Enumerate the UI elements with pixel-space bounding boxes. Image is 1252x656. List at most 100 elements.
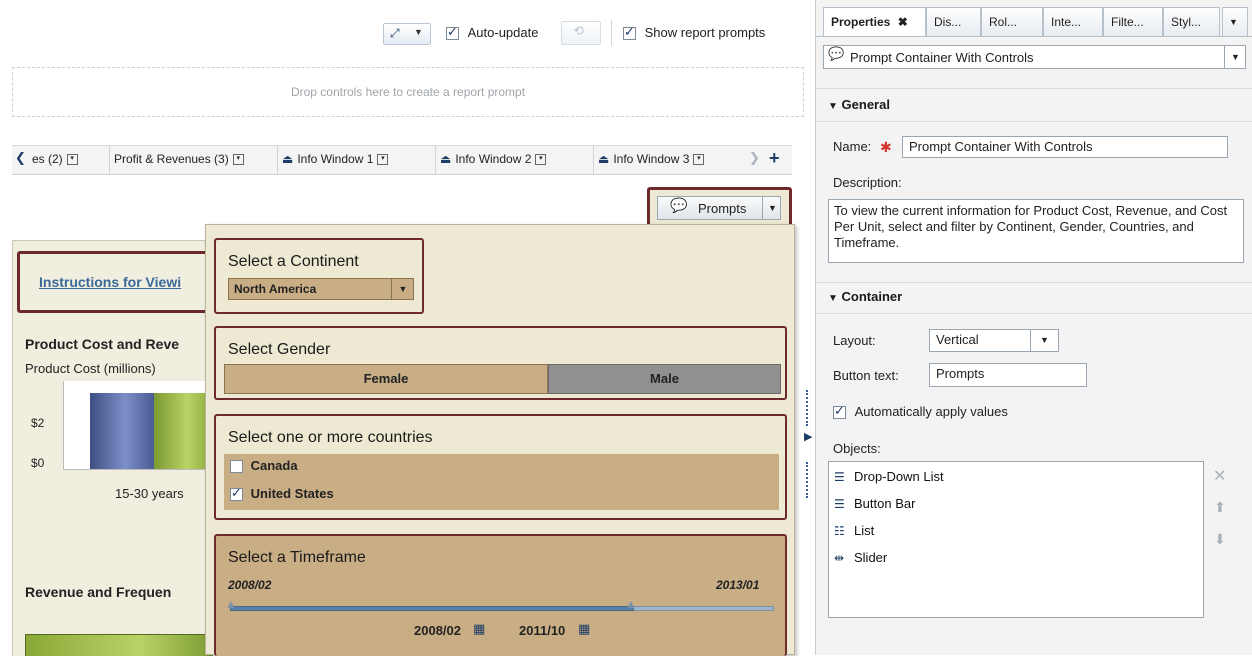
gender-prompt: Select Gender Female Male [214,326,787,400]
layout-select[interactable]: Vertical ▼ [929,329,1059,352]
chevron-down-icon[interactable]: ▼ [762,197,782,219]
add-tab-icon[interactable]: + [769,148,780,169]
section-title: Container [841,289,903,304]
prompts-button[interactable]: 💬 Prompts ▼ [657,196,781,220]
maximize-button[interactable]: ⤢ ▼ [383,23,431,45]
calendar-icon[interactable]: ▦ [578,622,590,637]
collapse-icon: ▼ [828,101,838,112]
tab-properties[interactable]: Properties ✖ [823,7,926,37]
timeframe-min-label: 2008/02 [228,578,272,592]
list-item-dropdown[interactable]: ☰ Drop-Down List [834,469,944,484]
tab-label: Dis... [934,15,962,29]
tab-label: Rol... [989,15,1018,29]
tab-info-window-2[interactable]: ⏏ Info Window 2 ▾ [436,146,594,174]
refresh-icon: ⟲ [573,24,584,39]
chart1-title: Product Cost and Reve [25,336,180,352]
tab-filters[interactable]: Filte... [1103,7,1163,37]
country-item-canada[interactable]: Canada [230,458,298,474]
lock-icon: ⏏ [440,152,452,166]
chart1-axis-label: Product Cost (millions) [25,361,156,376]
chart2-plot-area [25,634,213,656]
chart1-category-label: 15-30 years [115,486,184,501]
calendar-icon[interactable]: ▦ [473,622,485,637]
button-bar-icon: ☰ [834,497,845,511]
tabs-overflow-button[interactable]: ▼ [1222,7,1248,37]
tab-costs[interactable]: es (2) ▾ [28,146,110,174]
auto-apply-toggle[interactable]: Automatically apply values [833,404,1008,420]
button-text-label: Button text: [833,368,899,383]
button-text-value: Prompts [936,366,985,381]
tab-menu-icon[interactable]: ▾ [232,154,244,166]
tab-profit-revenues[interactable]: Profit & Revenues (3) ▾ [110,146,278,174]
tab-menu-icon[interactable]: ▾ [693,154,705,166]
continent-value: North America [234,282,317,296]
timeframe-low-value[interactable]: 2008/02 [414,623,461,638]
name-value: Prompt Container With Controls [909,139,1093,154]
move-up-icon[interactable]: ⬆ [1214,500,1226,516]
gender-male-label: Male [650,371,679,386]
continent-title: Select a Continent [228,253,359,270]
country-item-united-states[interactable]: United States [230,486,334,502]
layout-value: Vertical [936,332,979,347]
slider-high-handle[interactable]: ▲ [625,597,637,611]
chart1-bar-cost [90,393,154,469]
list-item-list[interactable]: ☷ List [834,523,874,538]
tab-info-window-1[interactable]: ⏏ Info Window 1 ▾ [278,146,436,174]
object-label: List [854,523,875,538]
speech-bubble-icon: 💬 [670,198,688,214]
description-label: Description: [833,175,902,190]
show-prompts-label: Show report prompts [644,25,766,40]
show-prompts-checkbox[interactable] [623,25,636,41]
object-select[interactable]: 💬 Prompt Container With Controls ▼ [823,45,1246,69]
collapse-arrow-icon[interactable]: ▶ [804,430,812,443]
object-select-value: Prompt Container With Controls [850,50,1034,65]
auto-apply-checkbox[interactable] [833,404,846,420]
tab-roles[interactable]: Rol... [981,7,1043,37]
section-divider [816,282,1252,283]
prompt-drop-zone[interactable]: Drop controls here to create a report pr… [12,67,804,117]
slider-low-handle[interactable]: ▲ [225,597,237,611]
list-item-button-bar[interactable]: ☰ Button Bar [834,496,915,511]
section-divider [816,313,1252,314]
refresh-button[interactable]: ⟲ [561,21,601,45]
tab-menu-icon[interactable]: ▾ [66,154,78,166]
report-canvas: Instructions for Viewi Product Cost and … [12,240,213,656]
timeframe-high-value[interactable]: 2011/10 [519,623,565,638]
gender-male-button[interactable]: Male [548,364,781,394]
scroll-right-icon[interactable]: ❯ [749,151,760,166]
toolbar-divider [611,20,612,46]
remove-icon[interactable]: ✕ [1213,466,1226,486]
countries-title: Select one or more countries [228,429,433,446]
chart1-tick-label: $0 [31,456,45,470]
tab-styles[interactable]: Styl... [1163,7,1220,37]
chevron-down-icon: ▼ [391,279,414,299]
collapse-icon: ▼ [828,293,838,304]
scroll-left-icon[interactable]: ❮ [15,151,26,166]
united-states-checkbox[interactable] [230,486,243,502]
auto-update-toggle[interactable]: Auto-update [446,25,538,41]
general-section-header[interactable]: ▼ General [828,97,890,112]
tab-menu-icon[interactable]: ▾ [535,154,547,166]
panel-splitter[interactable]: ▶ [803,390,813,500]
list-item-slider[interactable]: ⇹ Slider [834,550,887,565]
button-text-input[interactable]: Prompts [929,363,1087,387]
gender-female-button[interactable]: Female [224,364,548,394]
tab-info-window-3[interactable]: ⏏ Info Window 3 ▾ [594,146,752,174]
continent-dropdown[interactable]: North America ▼ [228,278,414,300]
move-down-icon[interactable]: ⬇ [1214,532,1226,548]
instructions-link[interactable]: Instructions for Viewi [39,274,181,290]
close-icon[interactable]: ✖ [898,15,908,29]
description-textarea[interactable]: To view the current information for Prod… [828,199,1244,263]
tab-label: Info Window 2 [455,152,532,166]
auto-update-checkbox[interactable] [446,25,459,41]
tab-display[interactable]: Dis... [926,7,981,37]
section-title: General [841,97,890,112]
properties-panel: Properties ✖ Dis... Rol... Inte... Filte… [815,0,1252,655]
tab-menu-icon[interactable]: ▾ [377,154,389,166]
name-input[interactable]: Prompt Container With Controls [902,136,1228,158]
show-prompts-toggle[interactable]: Show report prompts [623,25,766,41]
container-section-header[interactable]: ▼ Container [828,289,902,304]
tab-interactions[interactable]: Inte... [1043,7,1103,37]
canada-checkbox[interactable] [230,460,243,474]
required-icon: ✱ [880,139,892,155]
